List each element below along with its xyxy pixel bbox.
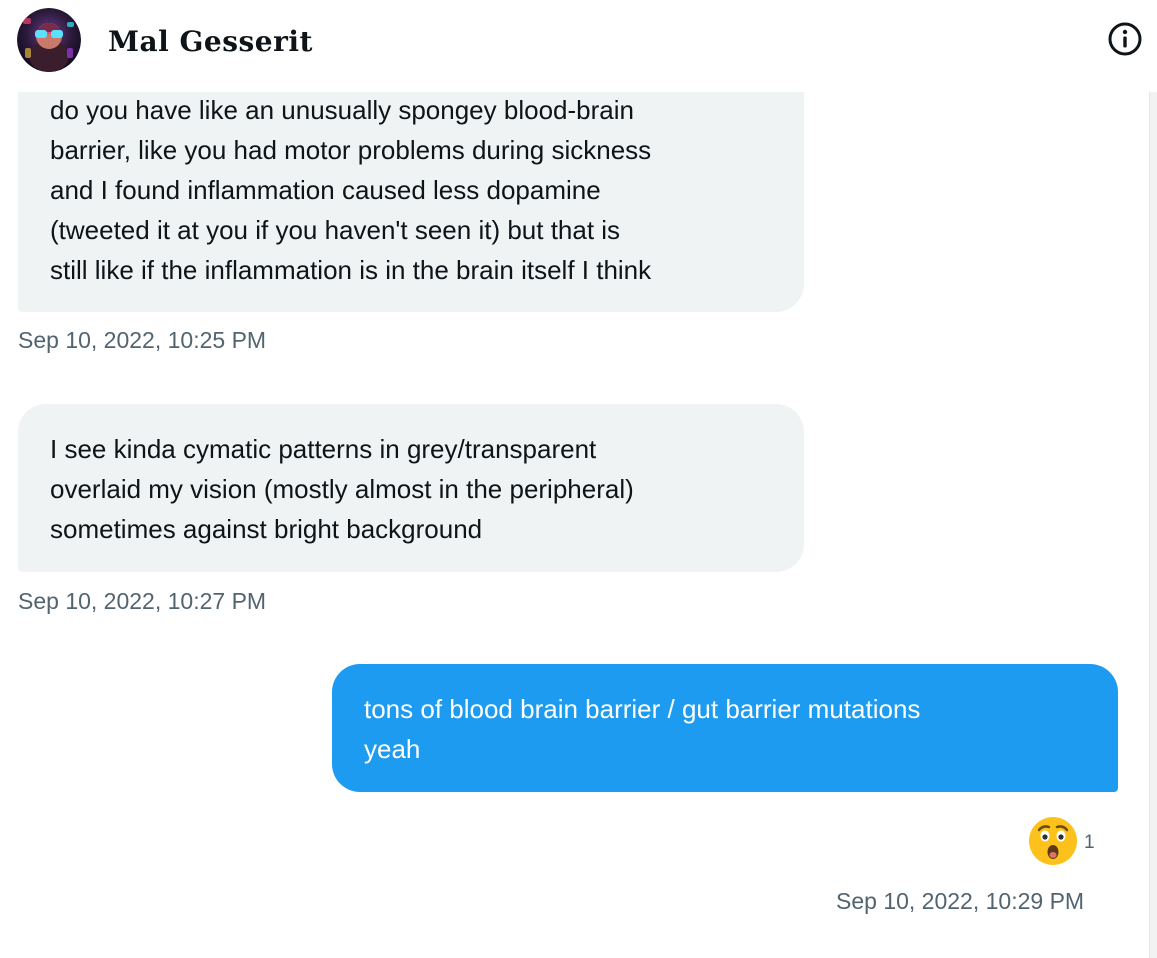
avatar-image	[17, 8, 81, 72]
conversation-info-button[interactable]	[1104, 18, 1146, 60]
message-text-line: and I found inflammation caused less dop…	[50, 175, 601, 205]
contact-name[interactable]: Mal Gesserit	[108, 24, 313, 60]
message-reaction[interactable]: 1	[1028, 816, 1095, 871]
scrollbar[interactable]	[1149, 92, 1157, 958]
reaction-count: 1	[1084, 832, 1095, 853]
message-text-line: sometimes against bright background	[50, 514, 483, 544]
message-text-line: tons of blood brain barrier / gut barrie…	[364, 694, 921, 724]
message-timestamp: Sep 10, 2022, 10:29 PM	[836, 888, 1085, 914]
message-text-line: (tweeted it at you if you haven't seen i…	[50, 215, 621, 245]
info-icon	[1108, 22, 1142, 56]
dm-conversation: do you have like an unusually spongey bl…	[0, 0, 1157, 958]
message-text-line: barrier, like you had motor problems dur…	[50, 135, 652, 165]
message-timestamp: Sep 10, 2022, 10:25 PM	[18, 327, 267, 353]
message-text-line: yeah	[364, 734, 421, 764]
message-text-line: I see kinda cymatic patterns in grey/tra…	[50, 434, 597, 464]
conversation-header: Mal Gesserit	[0, 0, 1157, 92]
message-timestamp: Sep 10, 2022, 10:27 PM	[18, 588, 267, 614]
message-text-line: do you have like an unusually spongey bl…	[50, 95, 634, 125]
message-text-line: overlaid my vision (mostly almost in the…	[50, 474, 634, 504]
message-bubble-received[interactable]: I see kinda cymatic patterns in grey/tra…	[18, 404, 804, 572]
avatar[interactable]	[17, 8, 81, 72]
astonished-face-icon	[1028, 816, 1078, 871]
message-bubble-sent[interactable]: tons of blood brain barrier / gut barrie…	[332, 664, 1118, 792]
message-text-line: still like if the inflammation is in the…	[50, 255, 652, 285]
message-bubble-received[interactable]: do you have like an unusually spongey bl…	[18, 62, 804, 312]
